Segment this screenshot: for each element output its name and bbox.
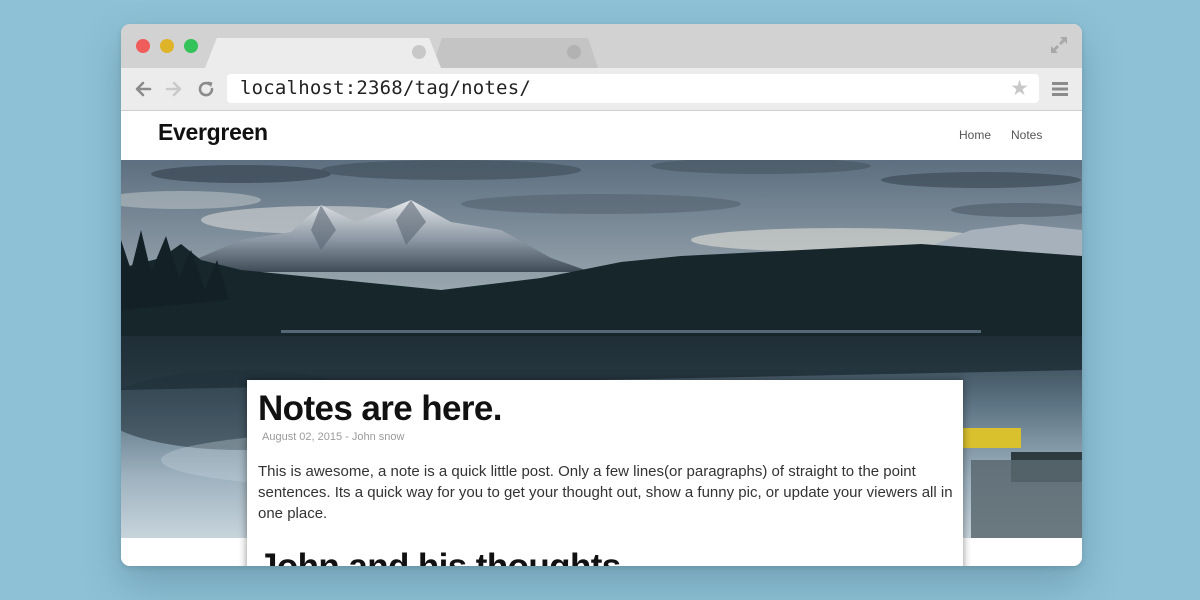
browser-tab-active[interactable] (205, 38, 441, 68)
fullscreen-expand-icon[interactable] (1048, 34, 1070, 56)
nav-link-home[interactable]: Home (959, 128, 991, 142)
address-bar-url: localhost:2368/tag/notes/ (240, 77, 531, 99)
tab-favicon (567, 45, 581, 59)
address-bar[interactable]: localhost:2368/tag/notes/ ★ (227, 74, 1039, 103)
tab-favicon (412, 45, 426, 59)
post-title-link[interactable]: John and his thoughts (258, 547, 621, 566)
post-card: Notes are here. August 02, 2015 - John s… (247, 380, 963, 566)
site-title-link[interactable]: Evergreen (158, 119, 268, 146)
close-window-button[interactable] (136, 39, 150, 53)
maximize-window-button[interactable] (184, 39, 198, 53)
browser-window: localhost:2368/tag/notes/ ★ Evergreen Ho… (121, 24, 1082, 566)
reload-icon[interactable] (196, 79, 216, 99)
nav-link-notes[interactable]: Notes (1011, 128, 1042, 142)
browser-tab-strip (121, 24, 1082, 68)
post-excerpt: This is awesome, a note is a quick littl… (258, 463, 953, 522)
hamburger-menu-icon[interactable] (1052, 82, 1068, 96)
browser-toolbar: localhost:2368/tag/notes/ ★ (121, 68, 1082, 111)
post-title-link[interactable]: Notes are here. (258, 389, 503, 429)
arrow-left-icon[interactable] (133, 79, 153, 99)
star-icon[interactable]: ★ (1010, 78, 1029, 99)
post-meta: August 02, 2015 - John snow (262, 431, 405, 443)
arrow-right-icon[interactable] (164, 79, 184, 99)
site-header: Evergreen Home Notes (121, 111, 1082, 160)
minimize-window-button[interactable] (160, 39, 174, 53)
